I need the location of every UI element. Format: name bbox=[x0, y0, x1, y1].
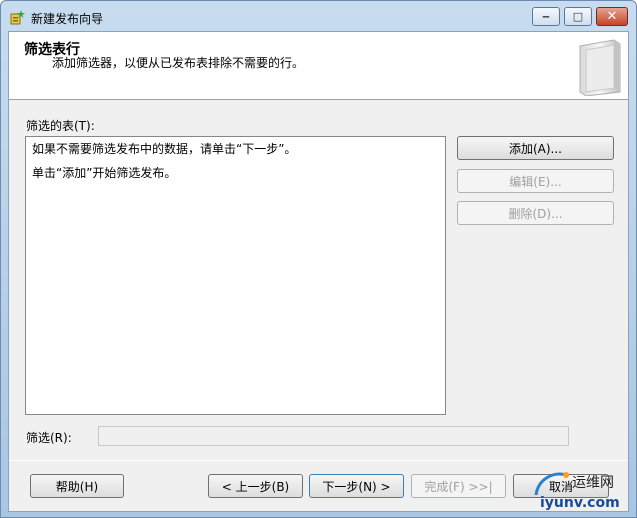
glass-panel-graphic bbox=[579, 39, 621, 96]
maximize-icon: □ bbox=[572, 10, 584, 23]
page-subtitle: 添加筛选器，以便从已发布表排除不需要的行。 bbox=[52, 56, 305, 70]
next-button[interactable]: 下一步(N) > bbox=[309, 474, 404, 498]
close-icon: ✕ bbox=[606, 9, 618, 24]
help-button[interactable]: 帮助(H) bbox=[30, 474, 124, 498]
wizard-window: 新建发布向导 ‒ □ ✕ 筛选表行 添加筛选器，以便从已发布表排除不需要的行。 bbox=[0, 0, 637, 518]
filter-label: 筛选(R): bbox=[26, 431, 72, 445]
wizard-body: 筛选表行 添加筛选器，以便从已发布表排除不需要的行。 筛选的表(T): 如果不需… bbox=[8, 31, 629, 512]
minimize-icon: ‒ bbox=[542, 10, 550, 23]
minimize-button[interactable]: ‒ bbox=[532, 7, 560, 26]
maximize-button[interactable]: □ bbox=[564, 7, 592, 26]
filtered-tables-label: 筛选的表(T): bbox=[26, 119, 95, 133]
wizard-icon bbox=[10, 10, 25, 25]
filter-field bbox=[98, 426, 569, 446]
back-button[interactable]: < 上一步(B) bbox=[208, 474, 303, 498]
window-title: 新建发布向导 bbox=[31, 12, 104, 26]
wizard-header: 筛选表行 添加筛选器，以便从已发布表排除不需要的行。 bbox=[9, 32, 628, 100]
footer-divider bbox=[9, 460, 628, 461]
delete-button[interactable]: 删除(D)... bbox=[457, 201, 614, 225]
watermark-url: iyunv.com bbox=[540, 495, 620, 511]
site-watermark: 运维网 iyunv.com bbox=[532, 467, 637, 518]
finish-button[interactable]: 完成(F) >>| bbox=[411, 474, 506, 498]
list-item: 单击“添加”开始筛选发布。 bbox=[32, 166, 177, 180]
title-bar[interactable]: 新建发布向导 ‒ □ ✕ bbox=[1, 1, 636, 31]
filtered-tables-list[interactable]: 如果不需要筛选发布中的数据，请单击“下一步”。 单击“添加”开始筛选发布。 bbox=[25, 136, 446, 415]
edit-button[interactable]: 编辑(E)... bbox=[457, 169, 614, 193]
watermark-text: 运维网 bbox=[572, 475, 614, 491]
list-item: 如果不需要筛选发布中的数据，请单击“下一步”。 bbox=[32, 142, 297, 156]
add-button[interactable]: 添加(A)... bbox=[457, 136, 614, 160]
close-button[interactable]: ✕ bbox=[596, 7, 628, 26]
